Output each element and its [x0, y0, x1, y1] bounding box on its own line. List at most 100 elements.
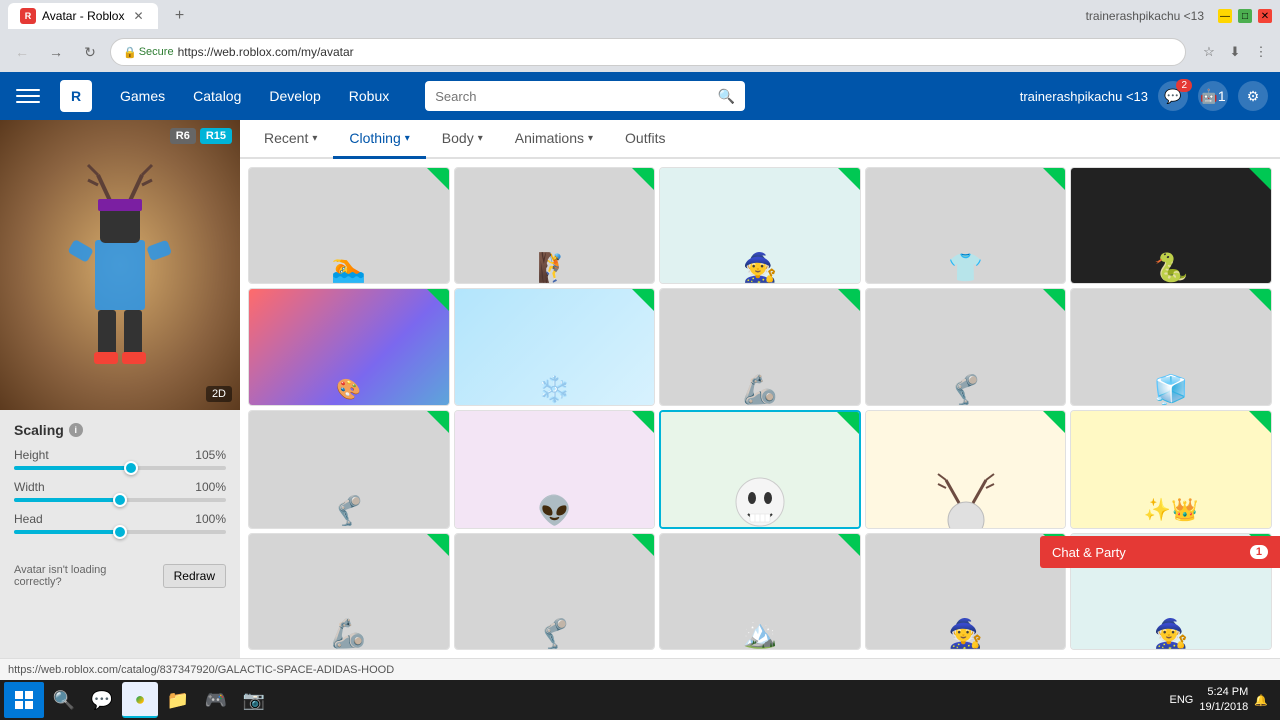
list-item[interactable]: 👕 Roblox 2.0 Torso	[865, 167, 1067, 284]
nav-robux[interactable]: Robux	[337, 80, 401, 112]
list-item[interactable]: 🧗 Ninja Climb	[454, 167, 656, 284]
animations-dropdown-arrow: ▾	[588, 133, 593, 144]
list-item[interactable]: 🦾 Roblox 2.0 Left ...	[248, 533, 450, 650]
list-item[interactable]: 🦿 Roblox 2.0 Righ...	[865, 288, 1067, 405]
notifications-button[interactable]: 💬 2	[1158, 81, 1188, 111]
tab-close-button[interactable]: ✕	[130, 8, 146, 24]
height-slider-group: Height 105%	[14, 448, 226, 470]
list-item[interactable]: ✨👑 □□□□Shiny G...	[1070, 410, 1272, 529]
window-controls: trainerashpikachu <13 — □ ✕	[1078, 9, 1272, 23]
tab-clothing-label: Clothing	[349, 130, 400, 146]
width-label-row: Width 100%	[14, 480, 226, 494]
taskbar-app2[interactable]: 📷	[236, 682, 272, 718]
owned-corner	[1249, 289, 1271, 311]
category-tabs: Recent ▾ Clothing ▾ Body ▾ Animations ▾ …	[240, 120, 1280, 159]
windows-icon	[14, 690, 34, 710]
tab-body[interactable]: Body ▾	[426, 120, 499, 159]
title-bar: R Avatar - Roblox ✕ + trainerashpikachu …	[0, 0, 1280, 32]
item-thumbnail: 🧊	[1071, 289, 1271, 405]
list-item[interactable]: 🎨 ⭐ ORIGINAL ...	[248, 288, 450, 405]
forward-button[interactable]: →	[42, 38, 70, 66]
redraw-button[interactable]: Redraw	[163, 564, 226, 588]
head-slider[interactable]	[14, 530, 226, 534]
tab-recent[interactable]: Recent ▾	[248, 120, 333, 159]
maximize-button[interactable]: □	[1238, 9, 1252, 23]
list-item[interactable]: 🐍 Snake Eyes	[1070, 167, 1272, 284]
list-item[interactable]: Starry Rune Ant...	[865, 410, 1067, 529]
item-thumbnail: 🎨	[249, 289, 449, 405]
height-slider[interactable]	[14, 466, 226, 470]
list-item[interactable]: Shiny Teeth	[659, 410, 861, 529]
notifications-badge: 2	[1176, 79, 1192, 92]
tab-favicon: R	[20, 8, 36, 24]
roblox-logo[interactable]: R	[60, 80, 92, 112]
height-label: Height	[14, 448, 49, 462]
list-item[interactable]: 👽 Purple Alien	[454, 410, 656, 529]
shiny-teeth-icon	[720, 470, 800, 528]
refresh-button[interactable]: ↻	[76, 38, 104, 66]
settings-button[interactable]: ⚙	[1238, 81, 1268, 111]
taskbar-cortana[interactable]: 💬	[84, 682, 120, 718]
height-thumb[interactable]	[124, 461, 138, 475]
avatar-viewport: R6 R15	[0, 120, 240, 410]
head-thumb[interactable]	[113, 525, 127, 539]
scaling-info-icon[interactable]: i	[69, 423, 83, 437]
list-item[interactable]: 🧊 Frost Guard Ge...	[1070, 288, 1272, 405]
tab-animations[interactable]: Animations ▾	[499, 120, 609, 159]
toggle-2d-button[interactable]: 2D	[206, 386, 232, 402]
taskbar-notification-icon: 🔔	[1254, 694, 1268, 707]
height-fill	[14, 466, 131, 470]
taskbar-file-explorer[interactable]: 📁	[160, 682, 196, 718]
nav-develop[interactable]: Develop	[257, 80, 332, 112]
new-tab-button[interactable]: +	[166, 3, 192, 29]
hamburger-menu[interactable]	[12, 80, 44, 112]
back-button[interactable]: ←	[8, 38, 36, 66]
item-thumbnail: 🦾	[660, 289, 860, 405]
tab-clothing[interactable]: Clothing ▾	[333, 120, 425, 159]
r15-badge[interactable]: R15	[200, 128, 232, 144]
close-button[interactable]: ✕	[1258, 9, 1272, 23]
search-bar[interactable]: 🔍	[425, 81, 745, 111]
owned-corner	[838, 289, 860, 311]
item-thumbnail: 🦿	[455, 534, 655, 650]
r6-badge[interactable]: R6	[170, 128, 196, 144]
tab-outfits-label: Outfits	[625, 130, 665, 146]
width-slider-group: Width 100%	[14, 480, 226, 502]
body-dropdown-arrow: ▾	[478, 133, 483, 144]
list-item[interactable]: 🏊 Ninja Swim	[248, 167, 450, 284]
start-button[interactable]	[4, 682, 44, 718]
owned-corner	[427, 411, 449, 433]
content-wrapper: R6 R15	[0, 120, 1280, 658]
minimize-button[interactable]: —	[1218, 9, 1232, 23]
taskbar-app1[interactable]: 🎮	[198, 682, 234, 718]
secure-badge: 🔒 Secure	[123, 46, 174, 59]
item-thumbnail: 🧗	[455, 168, 655, 284]
browser-tab[interactable]: R Avatar - Roblox ✕	[8, 3, 158, 29]
address-input-container[interactable]: 🔒 Secure https://web.roblox.com/my/avata…	[110, 38, 1186, 66]
tab-outfits[interactable]: Outfits	[609, 120, 681, 159]
robux-button[interactable]: 🤖 1	[1198, 81, 1228, 111]
item-thumbnail: 🏔️	[660, 534, 860, 650]
list-item[interactable]: ❄️ ICE ICE ICE ICE I...	[454, 288, 656, 405]
chat-party-button[interactable]: Chat & Party 1	[1040, 536, 1280, 568]
search-input[interactable]	[435, 89, 712, 104]
download-icon[interactable]: ⬇	[1224, 41, 1246, 63]
height-label-row: Height 105%	[14, 448, 226, 462]
list-item[interactable]: 🦿 Roblox 2.0 Righ...	[454, 533, 656, 650]
nav-catalog[interactable]: Catalog	[181, 80, 253, 112]
bookmark-icon[interactable]: ☆	[1198, 41, 1220, 63]
taskbar-chrome[interactable]: ●	[122, 682, 158, 718]
width-slider[interactable]	[14, 498, 226, 502]
item-thumbnail: 🦾	[249, 534, 449, 650]
owned-corner	[838, 534, 860, 556]
list-item[interactable]: 🧙 Korblox Mage L...	[865, 533, 1067, 650]
taskbar-search[interactable]: 🔍	[46, 682, 82, 718]
list-item[interactable]: 🧙 Korblox Mage T...	[659, 167, 861, 284]
list-item[interactable]: 🦾 Korblox Mage R...	[659, 288, 861, 405]
menu-icon[interactable]: ⋮	[1250, 41, 1272, 63]
list-item[interactable]: 🦿 Roblox 2.0 Left ...	[248, 410, 450, 529]
width-thumb[interactable]	[113, 493, 127, 507]
list-item[interactable]: 🏔️ Frost Guard Ge...	[659, 533, 861, 650]
nav-games[interactable]: Games	[108, 80, 177, 112]
item-thumbnail: 🐍	[1071, 168, 1271, 284]
